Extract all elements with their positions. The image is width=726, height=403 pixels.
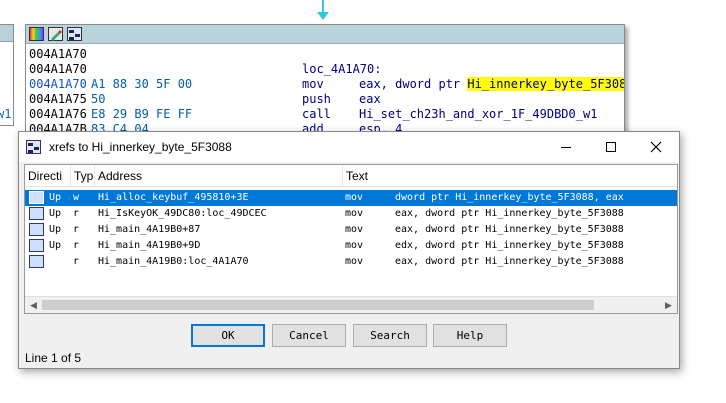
scroll-left-icon[interactable]: ◀ (25, 297, 42, 313)
scrollbar-thumb[interactable] (42, 300, 594, 310)
table-row[interactable]: Up r Hi_main_4A19B0+87 mov eax, dword ptr Hi… (25, 222, 677, 238)
maximize-icon (606, 142, 616, 152)
cell-type: r (73, 208, 80, 219)
xref-icon (29, 223, 44, 236)
cell-address: Hi_main_4A19B0:loc_4A1A70 (98, 256, 249, 267)
code-operands: eax, dword ptr Hi_innerkey_byte_5F3088 (359, 77, 624, 92)
horizontal-scrollbar[interactable]: ◀ ▶ (25, 296, 677, 313)
cell-text: eax, dword ptr Hi_innerkey_byte_5F3088 (395, 224, 624, 235)
operand-prefix: eax, dword ptr (359, 77, 468, 91)
search-button[interactable]: Search (353, 324, 427, 347)
code-address: 004A1A70 (29, 77, 87, 91)
close-button[interactable] (633, 132, 679, 162)
column-header-text[interactable]: Text (343, 165, 677, 187)
cell-text: edx, dword ptr Hi_innerkey_byte_5F3088 (395, 240, 624, 251)
ok-button[interactable]: OK (191, 324, 265, 347)
cell-mnemonic: mov (345, 256, 364, 267)
flow-arrow-head-icon (317, 12, 329, 20)
cell-address: Hi_main_4A19B0+9D (98, 240, 201, 251)
code-operands: eax (359, 92, 381, 106)
cell-text: eax, dword ptr Hi_innerkey_byte_5F3088 (395, 208, 624, 219)
column-header-direction[interactable]: Directi (25, 165, 71, 187)
xref-icon (29, 191, 44, 204)
dialog-title: xrefs to Hi_innerkey_byte_5F3088 (49, 140, 232, 154)
code-mnemonic: push (302, 92, 331, 106)
palette-icon[interactable] (29, 27, 44, 41)
table-row[interactable]: r Hi_main_4A19B0:loc_4A1A70 mov eax, dword … (25, 254, 677, 270)
cell-mnemonic: mov (345, 224, 364, 235)
cell-type: r (73, 256, 80, 267)
cell-direction: Up (49, 192, 62, 203)
minimize-button[interactable] (543, 132, 589, 162)
cell-mnemonic: mov (345, 208, 364, 219)
list-header: Directi Typ Address Text (25, 165, 677, 187)
code-operands: Hi_set_ch23h_and_xor_1F_49DBD0_w1 (359, 107, 598, 121)
code-mnemonic: call (302, 107, 331, 121)
table-row[interactable]: Up r Hi_IsKeyOK_49DC80:loc_49DCEC mov eax, d… (25, 206, 677, 222)
cell-direction: Up (49, 224, 62, 235)
left-node-fragment: w1 (0, 107, 12, 121)
code-mnemonic: loc_4A1A70: (302, 62, 382, 76)
minimize-icon (561, 146, 571, 148)
cell-text: dword ptr Hi_innerkey_byte_5F3088, eax (395, 192, 624, 203)
graph-icon[interactable] (67, 27, 82, 41)
code-bytes: A1 88 30 5F 00 (91, 77, 193, 91)
xref-icon (29, 207, 44, 220)
xrefs-dialog: xrefs to Hi_innerkey_byte_5F3088 Directi… (18, 131, 680, 369)
pencil-icon[interactable] (48, 27, 63, 41)
code-graph-node[interactable]: 004A1A70 004A1A70 loc_4A1A70: 004A1A70 A1 88… (25, 24, 625, 134)
close-icon (650, 141, 662, 153)
code-address: 004A1A76 (29, 107, 87, 121)
code-bytes: E8 29 B9 FE FF (91, 107, 193, 121)
xrefs-window-icon (26, 140, 41, 154)
cell-direction: Up (49, 208, 62, 219)
code-address: 004A1A70 (29, 47, 87, 61)
cancel-button[interactable]: Cancel (272, 324, 346, 347)
status-text: Line 1 of 5 (25, 351, 82, 365)
code-address: 004A1A70 (29, 62, 87, 76)
cell-type: r (73, 224, 80, 235)
xrefs-list[interactable]: Directi Typ Address Text Up w Hi_alloc_key… (24, 164, 678, 314)
help-button[interactable]: Help (433, 324, 507, 347)
left-node-header (0, 25, 13, 42)
code-bytes: 50 (91, 92, 106, 106)
scroll-right-icon[interactable]: ▶ (660, 297, 677, 313)
table-row[interactable]: Up r Hi_main_4A19B0+9D mov edx, dword ptr Hi… (25, 238, 677, 254)
cell-text: eax, dword ptr Hi_innerkey_byte_5F3088 (395, 256, 624, 267)
table-row[interactable]: Up w Hi_alloc_keybuf_495810+3E mov dword ptr… (25, 190, 677, 206)
xref-icon (29, 239, 44, 252)
dialog-titlebar[interactable]: xrefs to Hi_innerkey_byte_5F3088 (19, 132, 679, 162)
column-header-address[interactable]: Address (95, 165, 343, 187)
code-address: 004A1A75 (29, 92, 87, 106)
maximize-button[interactable] (588, 132, 634, 162)
cell-type: r (73, 240, 80, 251)
cell-type: w (73, 192, 80, 203)
cell-address: Hi_alloc_keybuf_495810+3E (98, 192, 249, 203)
cell-mnemonic: mov (345, 240, 364, 251)
column-header-type[interactable]: Typ (71, 165, 95, 187)
cell-direction: Up (49, 240, 62, 251)
cell-address: Hi_main_4A19B0+87 (98, 224, 201, 235)
highlighted-symbol[interactable]: Hi_innerkey_byte_5F3088 (467, 77, 624, 91)
code-node-header (26, 25, 624, 44)
xref-icon (29, 255, 44, 268)
code-mnemonic: mov (302, 77, 324, 91)
cell-mnemonic: mov (345, 192, 364, 203)
cell-address: Hi_IsKeyOK_49DC80:loc_49DCEC (98, 208, 267, 219)
left-graph-node[interactable]: w1 (0, 24, 14, 126)
